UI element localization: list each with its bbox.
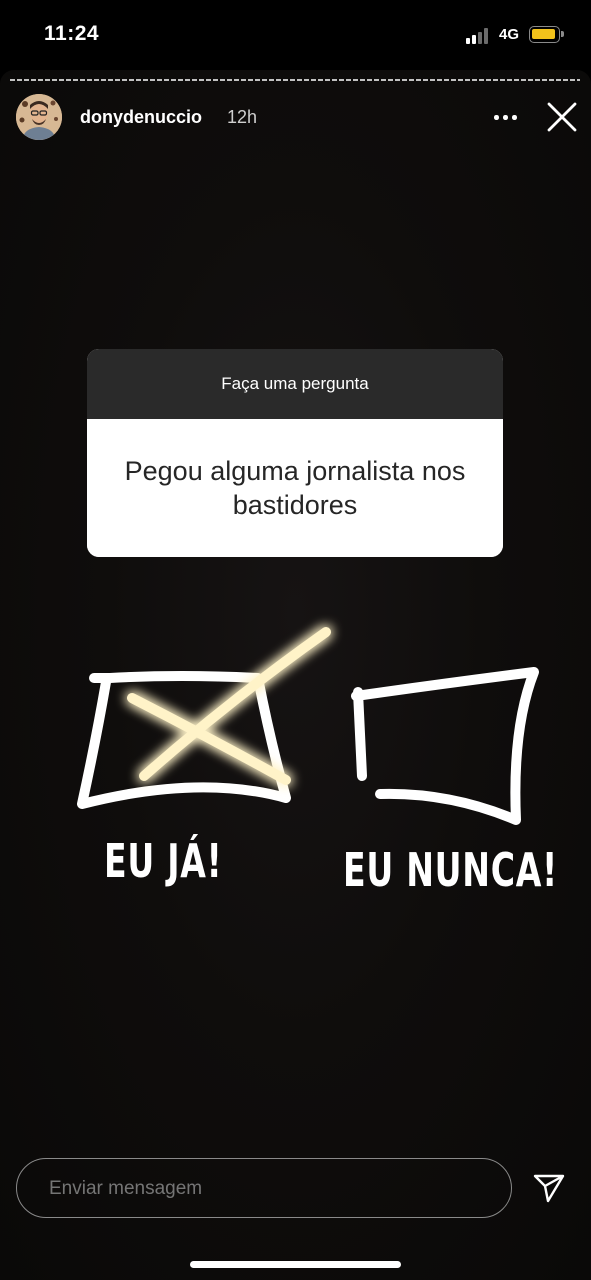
message-bar[interactable] xyxy=(16,1158,512,1218)
status-bar: 11:24 4G xyxy=(0,0,591,70)
profile-avatar[interactable] xyxy=(16,94,62,140)
story-progress-bar xyxy=(10,79,580,81)
close-icon[interactable] xyxy=(545,100,579,134)
question-sticker[interactable]: Faça uma pergunta Pegou alguma jornalist… xyxy=(87,349,503,557)
status-time: 11:24 xyxy=(44,22,100,45)
story-username[interactable]: donydenuccio xyxy=(80,107,202,128)
message-input[interactable] xyxy=(47,1177,491,1201)
send-icon[interactable] xyxy=(532,1172,566,1204)
checkbox-eu-nunca xyxy=(351,667,539,825)
answer-label-eu-nunca: EU NUNCA! xyxy=(343,843,558,897)
answer-drawings xyxy=(77,627,539,825)
story-header: donydenuccio 12h xyxy=(0,90,591,150)
more-dots-icon[interactable] xyxy=(490,102,522,132)
home-indicator xyxy=(190,1261,401,1268)
question-text: Pegou alguma jornalista nos bastidores xyxy=(87,419,503,557)
battery-icon xyxy=(529,26,564,43)
check-x-mark xyxy=(127,627,331,785)
network-type: 4G xyxy=(499,26,520,43)
answer-label-eu-ja: EU JÁ! xyxy=(104,834,223,888)
signal-icon xyxy=(466,28,492,44)
question-sticker-header: Faça uma pergunta xyxy=(87,349,503,419)
story-time-ago: 12h xyxy=(227,107,258,127)
